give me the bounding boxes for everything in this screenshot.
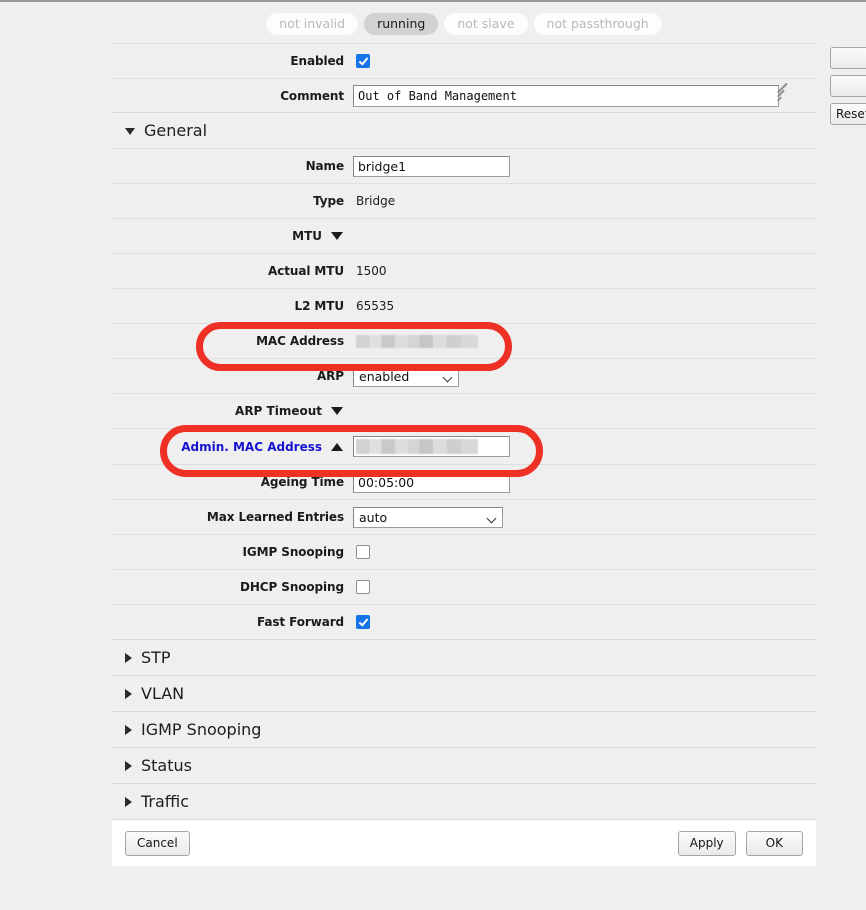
chevron-right-icon — [125, 652, 132, 663]
row-mtu[interactable]: MTU — [112, 218, 816, 253]
max-learned-entries-value: auto — [359, 509, 388, 525]
comment-field-wrapper — [353, 82, 788, 107]
chevron-down-icon — [125, 128, 135, 135]
max-learned-entries-select[interactable]: auto — [353, 506, 503, 528]
row-ageing-time: Ageing Time — [112, 464, 816, 499]
chevron-right-icon — [125, 724, 132, 735]
section-header-igmp-snooping[interactable]: IGMP Snooping — [112, 711, 816, 747]
label-comment: Comment — [280, 88, 344, 103]
apply-button[interactable]: Apply — [677, 830, 736, 856]
comment-textarea[interactable] — [353, 84, 779, 107]
chevron-right-icon — [125, 688, 132, 699]
label-arp: ARP — [316, 369, 344, 383]
row-mac-address: MAC Address — [112, 323, 816, 358]
triangle-down-icon[interactable] — [331, 232, 343, 240]
row-actual-mtu: Actual MTU 1500 — [112, 253, 816, 288]
label-mac-address: MAC Address — [256, 334, 344, 348]
label-admin-mac-toggle[interactable]: Admin. MAC Address — [112, 440, 353, 454]
label-type: Type — [313, 194, 344, 208]
label-actual-mtu: Actual MTU — [268, 264, 344, 278]
row-enabled: Enabled — [112, 43, 816, 78]
section-title-vlan: VLAN — [141, 684, 185, 703]
section-title-stp: STP — [141, 648, 171, 667]
section-header-general[interactable]: General — [112, 112, 816, 148]
dhcp-snooping-checkbox[interactable] — [356, 580, 370, 594]
label-fast-forward: Fast Forward — [256, 615, 344, 629]
chevron-down-icon — [444, 374, 452, 379]
section-title-status: Status — [141, 756, 192, 775]
type-value: Bridge — [356, 194, 396, 208]
admin-mac-redacted-value — [356, 439, 478, 454]
section-header-vlan[interactable]: VLAN — [112, 675, 816, 711]
label-dhcp-snooping: DHCP Snooping — [240, 580, 344, 594]
label-admin-mac-address: Admin. MAC Address — [181, 439, 322, 454]
ageing-time-input[interactable] — [353, 471, 510, 493]
label-arp-timeout-toggle[interactable]: ARP Timeout — [112, 404, 353, 418]
status-pill-running[interactable]: running — [364, 13, 439, 35]
admin-mac-address-input[interactable] — [353, 436, 510, 457]
enabled-checkbox[interactable] — [356, 54, 370, 68]
row-name: Name — [112, 148, 816, 183]
triangle-down-icon[interactable] — [331, 407, 343, 415]
side-action-buttons: Reset — [830, 47, 866, 131]
arp-select[interactable]: enabled — [353, 365, 459, 387]
status-pill-not-passthrough[interactable]: not passthrough — [533, 13, 662, 35]
section-header-traffic[interactable]: Traffic — [112, 783, 816, 819]
fast-forward-checkbox[interactable] — [356, 615, 370, 629]
textarea-resize-handle-icon[interactable] — [764, 82, 788, 105]
section-header-status[interactable]: Status — [112, 747, 816, 783]
interface-status-bar: not invalid running not slave not passth… — [112, 2, 816, 43]
side-button-2[interactable] — [830, 75, 866, 97]
side-button-1[interactable] — [830, 47, 866, 69]
row-admin-mac-address: Admin. MAC Address — [112, 428, 816, 464]
row-dhcp-snooping: DHCP Snooping — [112, 569, 816, 604]
label-arp-timeout: ARP Timeout — [235, 404, 322, 418]
row-arp-timeout[interactable]: ARP Timeout — [112, 393, 816, 428]
bridge-interface-dialog: not invalid running not slave not passth… — [112, 2, 816, 866]
label-l2-mtu: L2 MTU — [294, 299, 345, 313]
mac-address-redacted-value — [356, 334, 478, 348]
row-comment: Comment — [112, 78, 816, 112]
row-arp: ARP enabled — [112, 358, 816, 393]
row-max-learned-entries: Max Learned Entries auto — [112, 499, 816, 534]
section-title-traffic: Traffic — [141, 792, 190, 811]
side-button-reset[interactable]: Reset — [830, 103, 866, 125]
chevron-right-icon — [125, 760, 132, 771]
igmp-snooping-checkbox[interactable] — [356, 545, 370, 559]
dialog-footer: Cancel Apply OK — [112, 819, 816, 866]
section-header-stp[interactable]: STP — [112, 639, 816, 675]
chevron-down-icon — [488, 515, 496, 520]
label-mtu-toggle[interactable]: MTU — [112, 229, 353, 243]
label-max-learned-entries: Max Learned Entries — [206, 510, 344, 524]
row-igmp-snooping: IGMP Snooping — [112, 534, 816, 569]
row-l2-mtu: L2 MTU 65535 — [112, 288, 816, 323]
status-pill-not-slave[interactable]: not slave — [444, 13, 528, 35]
label-ageing-time: Ageing Time — [260, 475, 344, 489]
label-name: Name — [305, 159, 344, 173]
name-input[interactable] — [353, 155, 510, 177]
section-title-igmp-snooping: IGMP Snooping — [141, 720, 262, 739]
ok-button[interactable]: OK — [745, 830, 803, 856]
status-pill-not-invalid[interactable]: not invalid — [266, 13, 359, 35]
l2-mtu-value: 65535 — [356, 299, 395, 313]
label-igmp-snooping: IGMP Snooping — [242, 545, 345, 559]
label-enabled: Enabled — [290, 54, 344, 68]
row-type: Type Bridge — [112, 183, 816, 218]
section-title-general: General — [144, 121, 208, 140]
row-fast-forward: Fast Forward — [112, 604, 816, 639]
label-mtu: MTU — [292, 229, 322, 243]
chevron-right-icon — [125, 796, 132, 807]
triangle-up-icon[interactable] — [331, 442, 343, 451]
cancel-button[interactable]: Cancel — [125, 830, 190, 856]
actual-mtu-value: 1500 — [356, 264, 387, 278]
